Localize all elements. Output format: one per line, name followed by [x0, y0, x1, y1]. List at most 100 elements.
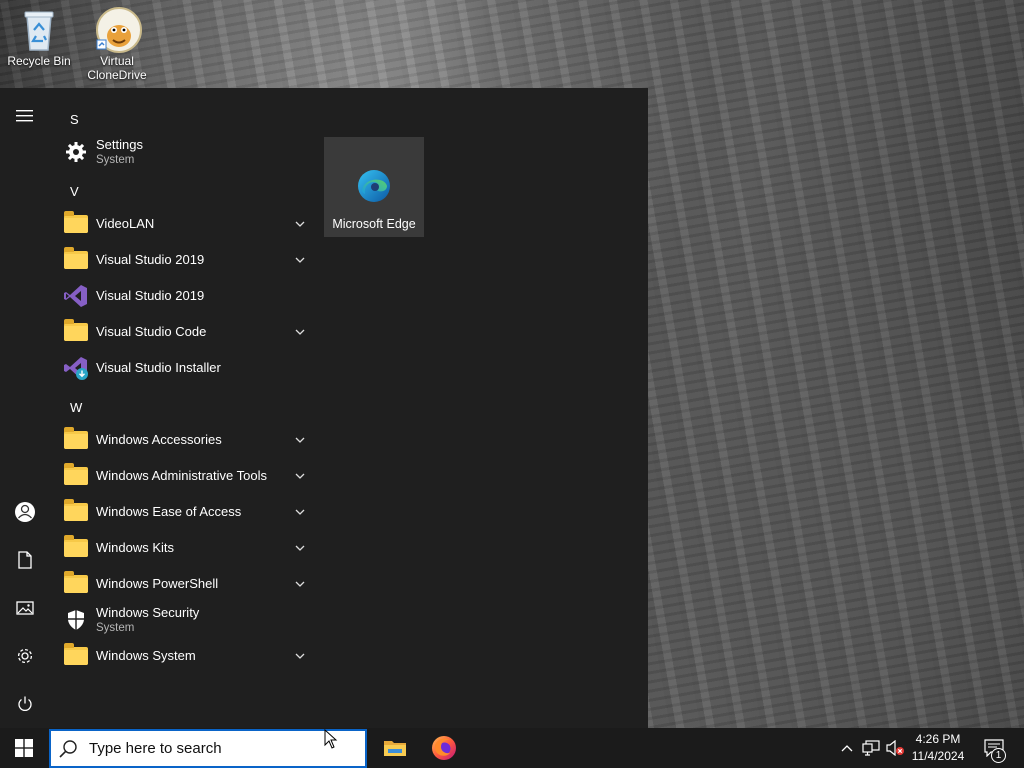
- app-windows-powershell[interactable]: Windows PowerShell: [60, 566, 312, 602]
- app-subtitle: System: [96, 153, 135, 166]
- show-hidden-icons-button[interactable]: [838, 728, 856, 768]
- hamburger-menu-icon: [16, 110, 33, 122]
- chevron-up-icon: [841, 745, 853, 752]
- app-name: Windows System: [96, 648, 196, 663]
- chevron-down-icon[interactable]: [288, 437, 312, 443]
- network-button[interactable]: [860, 728, 882, 768]
- app-name: VideoLAN: [96, 216, 155, 231]
- taskbar-firefox[interactable]: [420, 728, 468, 768]
- start-rail: [0, 88, 50, 728]
- app-name: Windows Ease of Access: [96, 504, 242, 519]
- edge-icon: [356, 168, 392, 209]
- start-button[interactable]: [0, 728, 48, 768]
- windows-logo-icon: [15, 739, 33, 757]
- chevron-down-icon[interactable]: [288, 473, 312, 479]
- app-windows-accessories[interactable]: Windows Accessories: [60, 422, 312, 458]
- pictures-icon: [16, 601, 34, 615]
- app-videolan[interactable]: VideoLAN: [60, 206, 312, 242]
- virtual-clonedrive-sheep-icon: [95, 6, 142, 53]
- chevron-down-icon[interactable]: [288, 545, 312, 551]
- notification-count: 1: [995, 750, 1002, 761]
- app-visual-studio-2019-folder[interactable]: Visual Studio 2019: [60, 242, 312, 278]
- volume-button[interactable]: [884, 728, 906, 768]
- volume-muted-icon: [886, 740, 904, 756]
- app-visual-studio-2019[interactable]: Visual Studio 2019: [60, 278, 312, 314]
- power-icon: [18, 696, 32, 711]
- app-name: Windows PowerShell: [96, 576, 219, 591]
- app-list: S Settings System V VideoLAN Visual Stud…: [50, 88, 312, 728]
- pictures-button[interactable]: [0, 588, 50, 628]
- folder-icon: [60, 568, 92, 600]
- visual-studio-icon: [60, 280, 92, 312]
- settings-button[interactable]: [0, 636, 50, 676]
- chevron-down-icon[interactable]: [288, 221, 312, 227]
- app-name: Visual Studio 2019: [96, 288, 205, 303]
- app-name: Visual Studio Installer: [96, 360, 221, 375]
- clock-date: 11/4/2024: [911, 749, 965, 763]
- folder-icon: [60, 316, 92, 348]
- notification-count-badge: 1: [991, 748, 1006, 763]
- group-letter-v[interactable]: V: [70, 184, 79, 199]
- chevron-down-icon[interactable]: [288, 329, 312, 335]
- visual-studio-installer-icon: [60, 352, 92, 384]
- app-windows-system[interactable]: Windows System: [60, 638, 312, 674]
- tile-label: Microsoft Edge: [332, 217, 416, 231]
- chevron-down-icon[interactable]: [288, 653, 312, 659]
- app-windows-administrative-tools[interactable]: Windows Administrative Tools: [60, 458, 312, 494]
- app-visual-studio-installer[interactable]: Visual Studio Installer: [60, 350, 312, 386]
- tile-microsoft-edge[interactable]: Microsoft Edge: [324, 137, 424, 237]
- chevron-down-icon[interactable]: [288, 581, 312, 587]
- app-name: Settings: [96, 136, 143, 152]
- folder-icon: [60, 532, 92, 564]
- app-name: Visual Studio Code: [96, 324, 207, 339]
- recycle-bin-icon: [17, 6, 61, 52]
- taskbar-search-box[interactable]: Type here to search: [49, 729, 367, 768]
- app-name: Visual Studio 2019: [96, 252, 205, 267]
- app-windows-ease-of-access[interactable]: Windows Ease of Access: [60, 494, 312, 530]
- folder-icon: [60, 496, 92, 528]
- app-name: Windows Accessories: [96, 432, 222, 447]
- chevron-down-icon[interactable]: [288, 509, 312, 515]
- folder-icon: [60, 460, 92, 492]
- user-account-icon: [15, 502, 35, 522]
- app-settings[interactable]: Settings System: [60, 134, 312, 170]
- folder-icon: [60, 640, 92, 672]
- taskbar-file-explorer[interactable]: [371, 728, 419, 768]
- taskbar: Type here to search 4:26 PM 11/4/2024 1: [0, 728, 1024, 768]
- app-name: Windows Kits: [96, 540, 175, 555]
- power-button[interactable]: [0, 684, 50, 724]
- settings-gear-icon: [17, 648, 33, 664]
- start-menu: S Settings System V VideoLAN Visual Stud…: [0, 88, 648, 728]
- desktop-icon-recycle-bin[interactable]: Recycle Bin: [4, 6, 74, 68]
- documents-button[interactable]: [0, 540, 50, 580]
- search-icon: [59, 739, 77, 758]
- desktop-icon-label-line2: CloneDrive: [87, 68, 147, 82]
- taskbar-clock[interactable]: 4:26 PM 11/4/2024: [906, 731, 970, 765]
- desktop-icon-virtual-clonedrive[interactable]: Virtual CloneDrive: [82, 6, 152, 82]
- desktop-icon-label: Recycle Bin: [7, 54, 71, 68]
- chevron-down-icon[interactable]: [288, 257, 312, 263]
- firefox-icon: [432, 736, 456, 760]
- app-windows-kits[interactable]: Windows Kits: [60, 530, 312, 566]
- app-name: Windows Administrative Tools: [96, 468, 267, 483]
- app-windows-security[interactable]: Windows Security System: [60, 602, 312, 638]
- folder-icon: [60, 424, 92, 456]
- mouse-cursor-icon: [324, 728, 338, 753]
- desktop-icon-label-line1: Virtual: [100, 54, 134, 68]
- group-letter-s[interactable]: S: [70, 112, 79, 127]
- app-visual-studio-code-folder[interactable]: Visual Studio Code: [60, 314, 312, 350]
- user-account-button[interactable]: [0, 492, 50, 532]
- documents-icon: [18, 551, 32, 569]
- clock-time: 4:26 PM: [915, 732, 961, 746]
- network-icon: [862, 740, 880, 756]
- gear-icon: [60, 136, 92, 168]
- group-letter-w[interactable]: W: [70, 400, 82, 415]
- hamburger-menu-button[interactable]: [0, 96, 50, 136]
- shield-icon: [60, 604, 92, 636]
- app-subtitle: System: [96, 621, 135, 634]
- file-explorer-icon: [384, 741, 406, 756]
- folder-icon: [60, 208, 92, 240]
- folder-icon: [60, 244, 92, 276]
- app-name: Windows Security: [96, 604, 200, 620]
- search-placeholder: Type here to search: [89, 740, 222, 757]
